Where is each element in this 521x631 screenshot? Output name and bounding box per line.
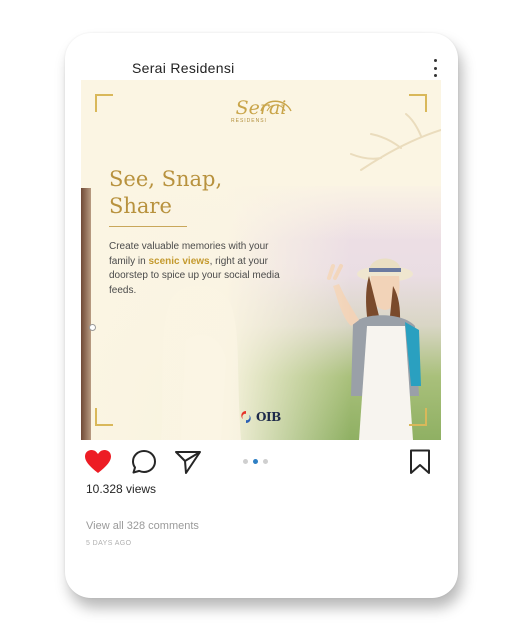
headline-line-1: See, Snap, <box>109 167 223 191</box>
frame-corner-bottom-right <box>409 408 427 426</box>
view-count: 10.328 views <box>86 482 157 496</box>
frame-corner-top-right <box>409 94 427 112</box>
more-options-icon[interactable] <box>430 59 440 77</box>
post-timestamp: 5 DAYS AGO <box>86 540 132 547</box>
body-highlight: scenic views <box>148 255 210 267</box>
carousel-indicator <box>243 459 268 464</box>
oib-logo-icon <box>241 411 251 423</box>
headline: See, Snap, Share <box>109 166 249 220</box>
left-edge-photo <box>81 188 91 440</box>
share-icon[interactable] <box>173 447 203 477</box>
carousel-dot-active[interactable] <box>253 459 258 464</box>
headline-line-2: Share <box>109 194 172 218</box>
carousel-dot[interactable] <box>263 459 268 464</box>
view-comments-link[interactable]: View all 328 comments <box>86 520 199 532</box>
frame-corner-top-left <box>95 94 113 112</box>
heart-icon[interactable] <box>83 447 113 477</box>
post-username[interactable]: Serai Residensi <box>132 60 235 76</box>
body-copy: Create valuable memories with your famil… <box>109 240 281 298</box>
headline-divider <box>109 226 187 227</box>
comment-icon[interactable] <box>129 447 159 477</box>
carousel-edge-marker <box>89 324 96 331</box>
serai-logo: Serai RESIDENSI <box>229 98 293 128</box>
post-card: Serai Residensi Serai RESIDENSI See, Sna… <box>65 33 458 598</box>
sponsor-logo: OIB <box>239 410 281 424</box>
post-actions <box>83 447 439 477</box>
frame-corner-bottom-left <box>95 408 113 426</box>
post-image[interactable]: Serai RESIDENSI See, Snap, Share Create … <box>81 80 441 440</box>
branch-decoration <box>350 113 441 171</box>
sponsor-name: OIB <box>256 410 281 424</box>
carousel-dot[interactable] <box>243 459 248 464</box>
logo-arc-icon <box>260 100 292 112</box>
bookmark-icon[interactable] <box>405 447 435 477</box>
